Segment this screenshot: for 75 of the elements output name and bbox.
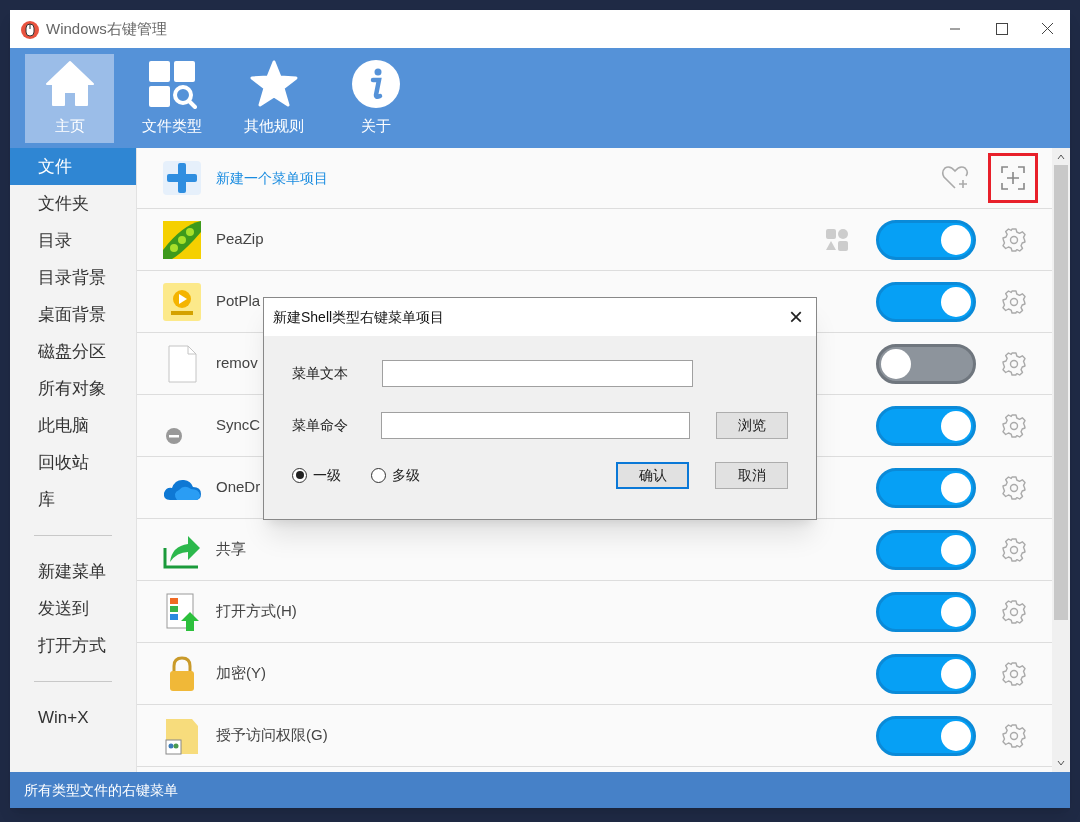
status-text: 所有类型文件的右键菜单 [24, 780, 178, 800]
radio-option[interactable]: 一级 [292, 464, 341, 486]
settings-button[interactable] [1001, 288, 1027, 315]
sidebar-item[interactable]: Win+X [10, 699, 136, 736]
dialog-button[interactable]: 取消 [715, 461, 788, 489]
field-label: 菜单文本 [292, 363, 349, 383]
settings-icon [1001, 350, 1027, 377]
settings-icon [1001, 660, 1027, 687]
toggle-switch[interactable] [876, 219, 976, 260]
settings-icon [1001, 226, 1027, 253]
window-title: Windows右键管理 [46, 18, 167, 39]
toggle-switch[interactable] [876, 405, 976, 446]
settings-button[interactable] [1001, 722, 1027, 749]
radio-option[interactable]: 多级 [371, 464, 420, 486]
settings-button[interactable] [1001, 660, 1027, 687]
grid-search-icon [146, 58, 197, 109]
settings-button[interactable] [1001, 412, 1027, 439]
settings-button[interactable] [1001, 598, 1027, 625]
sidebar-item[interactable]: 回收站 [10, 444, 136, 481]
settings-button[interactable] [1001, 350, 1027, 377]
sidebar-item[interactable]: 发送到 [10, 590, 136, 627]
item-label: PotPla [216, 291, 261, 312]
pea-pod-icon [162, 219, 202, 260]
settings-icon [1001, 598, 1027, 625]
sidebar-item[interactable]: 目录背景 [10, 259, 136, 296]
item-label: remov [216, 353, 258, 374]
input-field[interactable] [382, 359, 693, 387]
browse-button[interactable]: 浏览 [715, 411, 788, 439]
sidebar-item[interactable]: 文件 [10, 148, 136, 185]
star-icon [248, 58, 299, 109]
item-label: PeaZip [216, 229, 264, 250]
item-label: 加密(Y) [216, 663, 266, 684]
info-icon [350, 58, 401, 109]
home-icon [44, 58, 95, 109]
close-button[interactable]: × [785, 305, 807, 329]
sidebar-item[interactable]: 文件夹 [10, 185, 136, 222]
sidebar-item[interactable]: 此电脑 [10, 407, 136, 444]
item-label: 授予访问权限(G) [216, 725, 328, 746]
item-label: 打开方式(H) [216, 601, 297, 622]
settings-icon [1001, 536, 1027, 563]
toggle-switch[interactable] [876, 343, 976, 384]
settings-icon [1001, 474, 1027, 501]
item-label: SyncC [216, 415, 261, 436]
item-label: OneDr [216, 477, 261, 498]
dialog-button[interactable]: 确认 [616, 461, 689, 489]
sidebar-item[interactable]: 新建菜单 [10, 553, 136, 590]
sidebar-item[interactable]: 所有对象 [10, 370, 136, 407]
toggle-switch[interactable] [876, 529, 976, 570]
settings-button[interactable] [1001, 226, 1027, 253]
settings-button[interactable] [1001, 474, 1027, 501]
sidebar-item[interactable]: 打开方式 [10, 627, 136, 664]
dialog-title: 新建Shell类型右键菜单项目 [273, 307, 445, 327]
settings-icon [1001, 722, 1027, 749]
player-icon [162, 281, 202, 322]
new-item-link[interactable]: 新建一个菜单项目 [216, 167, 328, 189]
sidebar-item[interactable]: 库 [10, 481, 136, 518]
item-label: 共享 [216, 539, 246, 560]
add-frame-icon [999, 164, 1027, 192]
add-item-button[interactable] [988, 153, 1038, 203]
toggle-switch[interactable] [876, 591, 976, 632]
toggle-switch[interactable] [876, 467, 976, 508]
sidebar-item[interactable]: 磁盘分区 [10, 333, 136, 370]
sidebar-item[interactable]: 桌面背景 [10, 296, 136, 333]
settings-icon [1001, 288, 1027, 315]
toggle-switch[interactable] [876, 281, 976, 322]
toggle-switch[interactable] [876, 653, 976, 694]
toggle-switch[interactable] [876, 715, 976, 756]
sidebar-item[interactable]: 目录 [10, 222, 136, 259]
minus-circle-icon [166, 427, 182, 444]
field-label: 菜单命令 [292, 415, 349, 435]
settings-icon [1001, 412, 1027, 439]
app-icon [20, 19, 40, 39]
settings-button[interactable] [1001, 536, 1027, 563]
plus-icon [162, 158, 202, 198]
input-field[interactable] [381, 411, 690, 439]
